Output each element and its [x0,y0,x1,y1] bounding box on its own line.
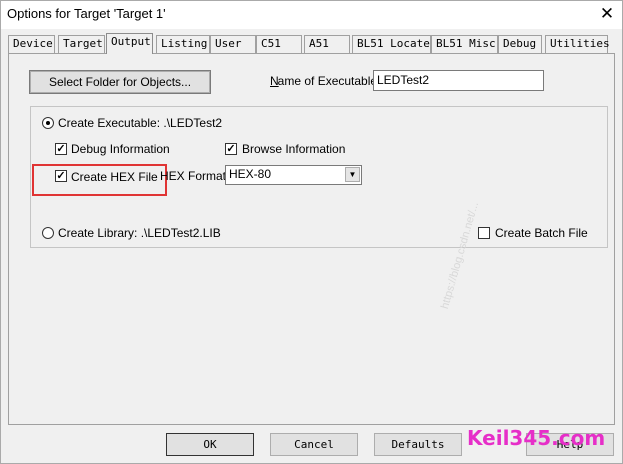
select-folder-button[interactable]: Select Folder for Objects... [29,70,211,94]
create-hex-checkbox[interactable]: ✓ [55,170,67,182]
close-icon[interactable]: ✕ [598,5,616,23]
browse-information-checkbox[interactable]: ✓ [225,143,237,155]
tab-a51[interactable]: A51 [304,35,350,53]
options-dialog: Options for Target 'Target 1' ✕ Device T… [0,0,623,464]
tab-bl51-locate[interactable]: BL51 Locate [352,35,431,53]
create-batch-label: Create Batch File [495,226,588,240]
tab-device[interactable]: Device [8,35,55,53]
hex-format-label: HEX Format: [160,169,230,183]
hex-format-select[interactable]: HEX-80 ▼ [225,165,362,185]
debug-information-checkbox[interactable]: ✓ [55,143,67,155]
tab-utilities[interactable]: Utilities [545,35,610,53]
cancel-button[interactable]: Cancel [270,433,358,456]
create-library-radio[interactable] [42,227,54,239]
create-batch-checkbox[interactable] [478,227,490,239]
name-of-executable-label: Name of Executable: [270,74,381,88]
debug-information-label: Debug Information [71,142,170,156]
window-title: Options for Target 'Target 1' [7,6,166,21]
create-executable-radio[interactable] [42,117,54,129]
browse-information-label: Browse Information [242,142,346,156]
create-hex-label: Create HEX File [71,170,158,184]
create-executable-label: Create Executable: .\LEDTest2 [58,116,223,130]
chevron-down-icon[interactable]: ▼ [345,167,360,182]
ok-button[interactable]: OK [166,433,254,456]
tab-target[interactable]: Target [58,35,105,53]
tab-listing[interactable]: Listing [156,35,210,53]
tab-c51[interactable]: C51 [256,35,302,53]
tab-bl51-misc[interactable]: BL51 Misc [431,35,498,53]
create-library-label: Create Library: .\LEDTest2.LIB [58,226,221,240]
brand-watermark: Keil345.com [467,426,606,450]
hex-format-value: HEX-80 [229,167,272,181]
tab-debug[interactable]: Debug [498,35,542,53]
defaults-button[interactable]: Defaults [374,433,462,456]
tab-user[interactable]: User [210,35,256,53]
tab-output[interactable]: Output [106,33,153,54]
output-panel: Select Folder for Objects... Name of Exe… [8,53,615,425]
name-of-executable-input[interactable]: LEDTest2 [373,70,544,91]
title-bar: Options for Target 'Target 1' ✕ [1,1,622,29]
